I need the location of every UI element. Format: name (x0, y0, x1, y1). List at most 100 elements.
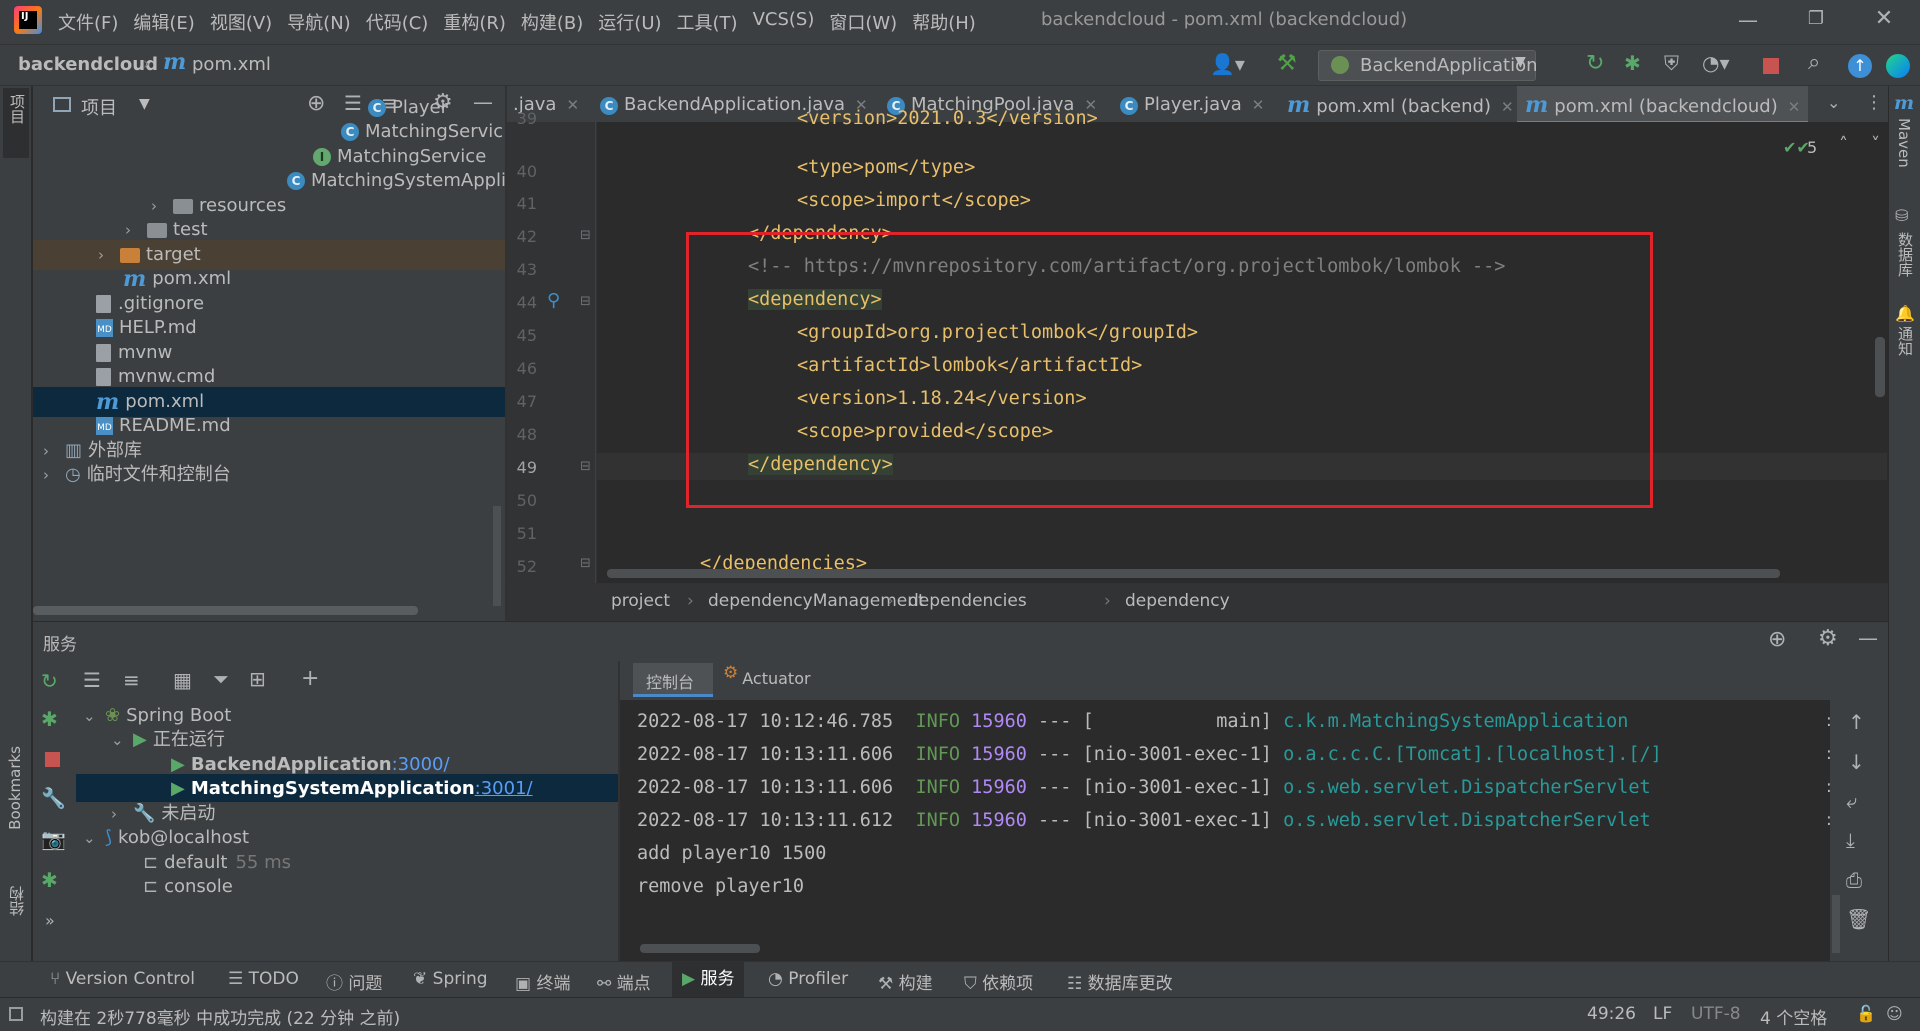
hide-panel-icon[interactable]: — (473, 90, 493, 114)
chevron-right-icon[interactable]: › (98, 240, 112, 270)
maven-dependency-gutter-icon[interactable]: ⚲ (547, 290, 560, 311)
tool-spring[interactable]: ❦ Spring (413, 969, 488, 989)
rerun-icon[interactable]: ↻ (41, 669, 58, 693)
search-icon[interactable]: ⌕ (1808, 50, 1820, 75)
menu-code[interactable]: 代码(C) (366, 9, 429, 35)
close-button[interactable]: ✕ (1871, 6, 1897, 31)
scroll-to-end-icon[interactable]: ⤓ (1846, 828, 1855, 852)
locate-icon[interactable]: ⊕ (1768, 627, 1786, 652)
more-actions-icon[interactable]: » (45, 911, 55, 930)
more-icon[interactable]: ⋮ (1865, 92, 1883, 113)
expand-all-icon[interactable]: ☰ (344, 91, 362, 115)
arrow-up-icon[interactable]: ↑ (1848, 710, 1865, 734)
horizontal-scrollbar[interactable] (33, 606, 418, 615)
group-by-icon[interactable]: ▦ (173, 668, 192, 692)
tool-dependencies[interactable]: ⛉ 依赖项 (964, 969, 1033, 994)
user-icon[interactable]: 👤▾ (1210, 52, 1245, 76)
tool-endpoints[interactable]: ⚯ 端点 (597, 969, 651, 994)
chevron-down-icon[interactable]: ⌄ (1827, 93, 1840, 112)
console-vertical-scrollbar[interactable] (1832, 895, 1840, 953)
menu-vcs[interactable]: VCS(S) (753, 9, 815, 35)
tool-profiler[interactable]: ◔ Profiler (768, 969, 848, 989)
minimize-button[interactable]: — (1735, 8, 1761, 32)
inspection-ok-icon[interactable]: ✔✔ (1783, 138, 1810, 157)
close-tab-icon[interactable]: ✕ (1788, 98, 1801, 116)
arrow-down-icon[interactable]: ↓ (1848, 750, 1865, 774)
tree-item-scratches[interactable]: › ◷ 临时文件和控制台 (43, 460, 231, 490)
editor-horizontal-scrollbar[interactable] (607, 569, 1780, 578)
fold-marker-icon[interactable]: ⊟ (580, 228, 591, 243)
expand-all-icon[interactable]: ☰ (83, 668, 101, 692)
menu-build[interactable]: 构建(B) (521, 9, 583, 35)
fold-marker-icon[interactable]: ⊟ (580, 294, 591, 309)
lock-icon[interactable]: 🔓 (1856, 1004, 1876, 1023)
restore-button[interactable]: ❐ (1803, 8, 1829, 29)
menu-window[interactable]: 窗口(W) (829, 9, 897, 35)
coverage-icon[interactable]: ⛨ (1664, 51, 1679, 75)
indent-setting[interactable]: 4 个空格 (1760, 1004, 1827, 1029)
vertical-scrollbar[interactable] (493, 506, 501, 606)
project-tool-button[interactable]: 项目 (3, 88, 29, 158)
jetbrains-icon[interactable] (1886, 54, 1910, 78)
tab-console[interactable]: 控制台 (633, 663, 713, 697)
add-service-icon[interactable]: + (301, 666, 319, 691)
debug-icon[interactable]: ✱ (1624, 51, 1641, 75)
tool-todo[interactable]: ☰ TODO (228, 969, 299, 989)
stop-icon[interactable] (45, 752, 60, 767)
menu-file[interactable]: 文件(F) (58, 9, 118, 35)
breadcrumb-item[interactable]: dependencies (908, 591, 1027, 611)
chevron-down-icon[interactable]: ˅ (1871, 134, 1880, 155)
menu-navigate[interactable]: 导航(N) (287, 9, 351, 35)
tab-pom-backend[interactable]: m pom.xml (backend) ✕ (1287, 86, 1514, 124)
breadcrumb-item[interactable]: project (611, 591, 670, 611)
service-port-link[interactable]: :3001/ (475, 774, 533, 804)
line-separator[interactable]: LF (1653, 1004, 1672, 1024)
fold-marker-icon[interactable]: ⊟ (580, 556, 591, 571)
project-panel-title[interactable]: 项目 (81, 94, 117, 120)
file-encoding[interactable]: UTF-8 (1691, 1004, 1741, 1024)
bookmarks-strip-label[interactable]: Bookmarks (6, 746, 24, 830)
nav-file[interactable]: pom.xml (192, 54, 271, 75)
status-message[interactable]: 构建在 2秒778毫秒 中成功完成 (22 分钟 之前) (40, 1004, 400, 1029)
service-matching-system-application[interactable]: ▶ MatchingSystemApplication:3001/ (171, 774, 533, 804)
problems-count[interactable]: 5 (1807, 138, 1817, 157)
new-tab-icon[interactable]: ⊞ (249, 667, 266, 691)
tool-services[interactable]: ▶ 服务 (672, 962, 745, 997)
chevron-down-icon[interactable]: ▼ (139, 96, 150, 112)
tab-player[interactable]: C Player.java ✕ (1120, 86, 1264, 124)
console-horizontal-scrollbar[interactable] (640, 944, 760, 953)
menu-edit[interactable]: 编辑(E) (133, 9, 194, 35)
nav-project[interactable]: backendcloud (18, 54, 158, 75)
menu-refactor[interactable]: 重构(R) (443, 9, 506, 35)
debug-icon[interactable]: ✱ (41, 707, 58, 731)
camera-icon[interactable]: 📷 (41, 827, 66, 851)
status-panel-icon[interactable] (9, 1007, 23, 1021)
close-tab-icon[interactable]: ✕ (566, 96, 579, 114)
hide-panel-icon[interactable]: — (1858, 626, 1878, 650)
structure-strip-label[interactable]: 结构 (6, 886, 27, 916)
trash-icon[interactable]: 🗑 (1846, 907, 1871, 931)
menu-run[interactable]: 运行(U) (598, 9, 661, 35)
maven-strip-label[interactable]: Maven (1895, 118, 1913, 168)
update-icon[interactable]: ↑ (1848, 54, 1872, 78)
rerun-icon[interactable]: ↻ (1586, 51, 1604, 76)
soft-wrap-icon[interactable]: ⤶ (1846, 789, 1857, 813)
tool-problems[interactable]: ⓘ 问题 (326, 969, 382, 994)
print-icon[interactable]: ⎙ (1846, 868, 1862, 892)
locate-icon[interactable]: ⊕ (307, 91, 325, 116)
tree-item-matchingsystemapplication[interactable]: C MatchingSystemAppli (287, 166, 506, 196)
chevron-right-icon[interactable]: › (43, 460, 57, 490)
database-strip-label[interactable]: 数据库 (1895, 232, 1916, 277)
chevron-down-icon[interactable]: ⌄ (111, 725, 125, 755)
service-console-session[interactable]: ⊏ console (143, 872, 233, 902)
profile-icon[interactable]: ◔▾ (1702, 51, 1730, 75)
tool-build[interactable]: ⚒ 构建 (878, 969, 933, 994)
close-tab-icon[interactable]: ✕ (1252, 96, 1265, 114)
menu-view[interactable]: 视图(V) (210, 9, 272, 35)
editor-vertical-scrollbar[interactable] (1875, 337, 1885, 397)
tool-version-control[interactable]: ⑂ Version Control (50, 969, 195, 989)
build-hammer-icon[interactable]: ⚒ (1277, 51, 1297, 76)
console-output[interactable]: 2022-08-17 10:12:46.785 INFO 15960 --- [… (620, 700, 1832, 961)
debug-attach-icon[interactable]: ✱ (41, 868, 58, 892)
fold-marker-icon[interactable]: ⊟ (580, 459, 591, 474)
